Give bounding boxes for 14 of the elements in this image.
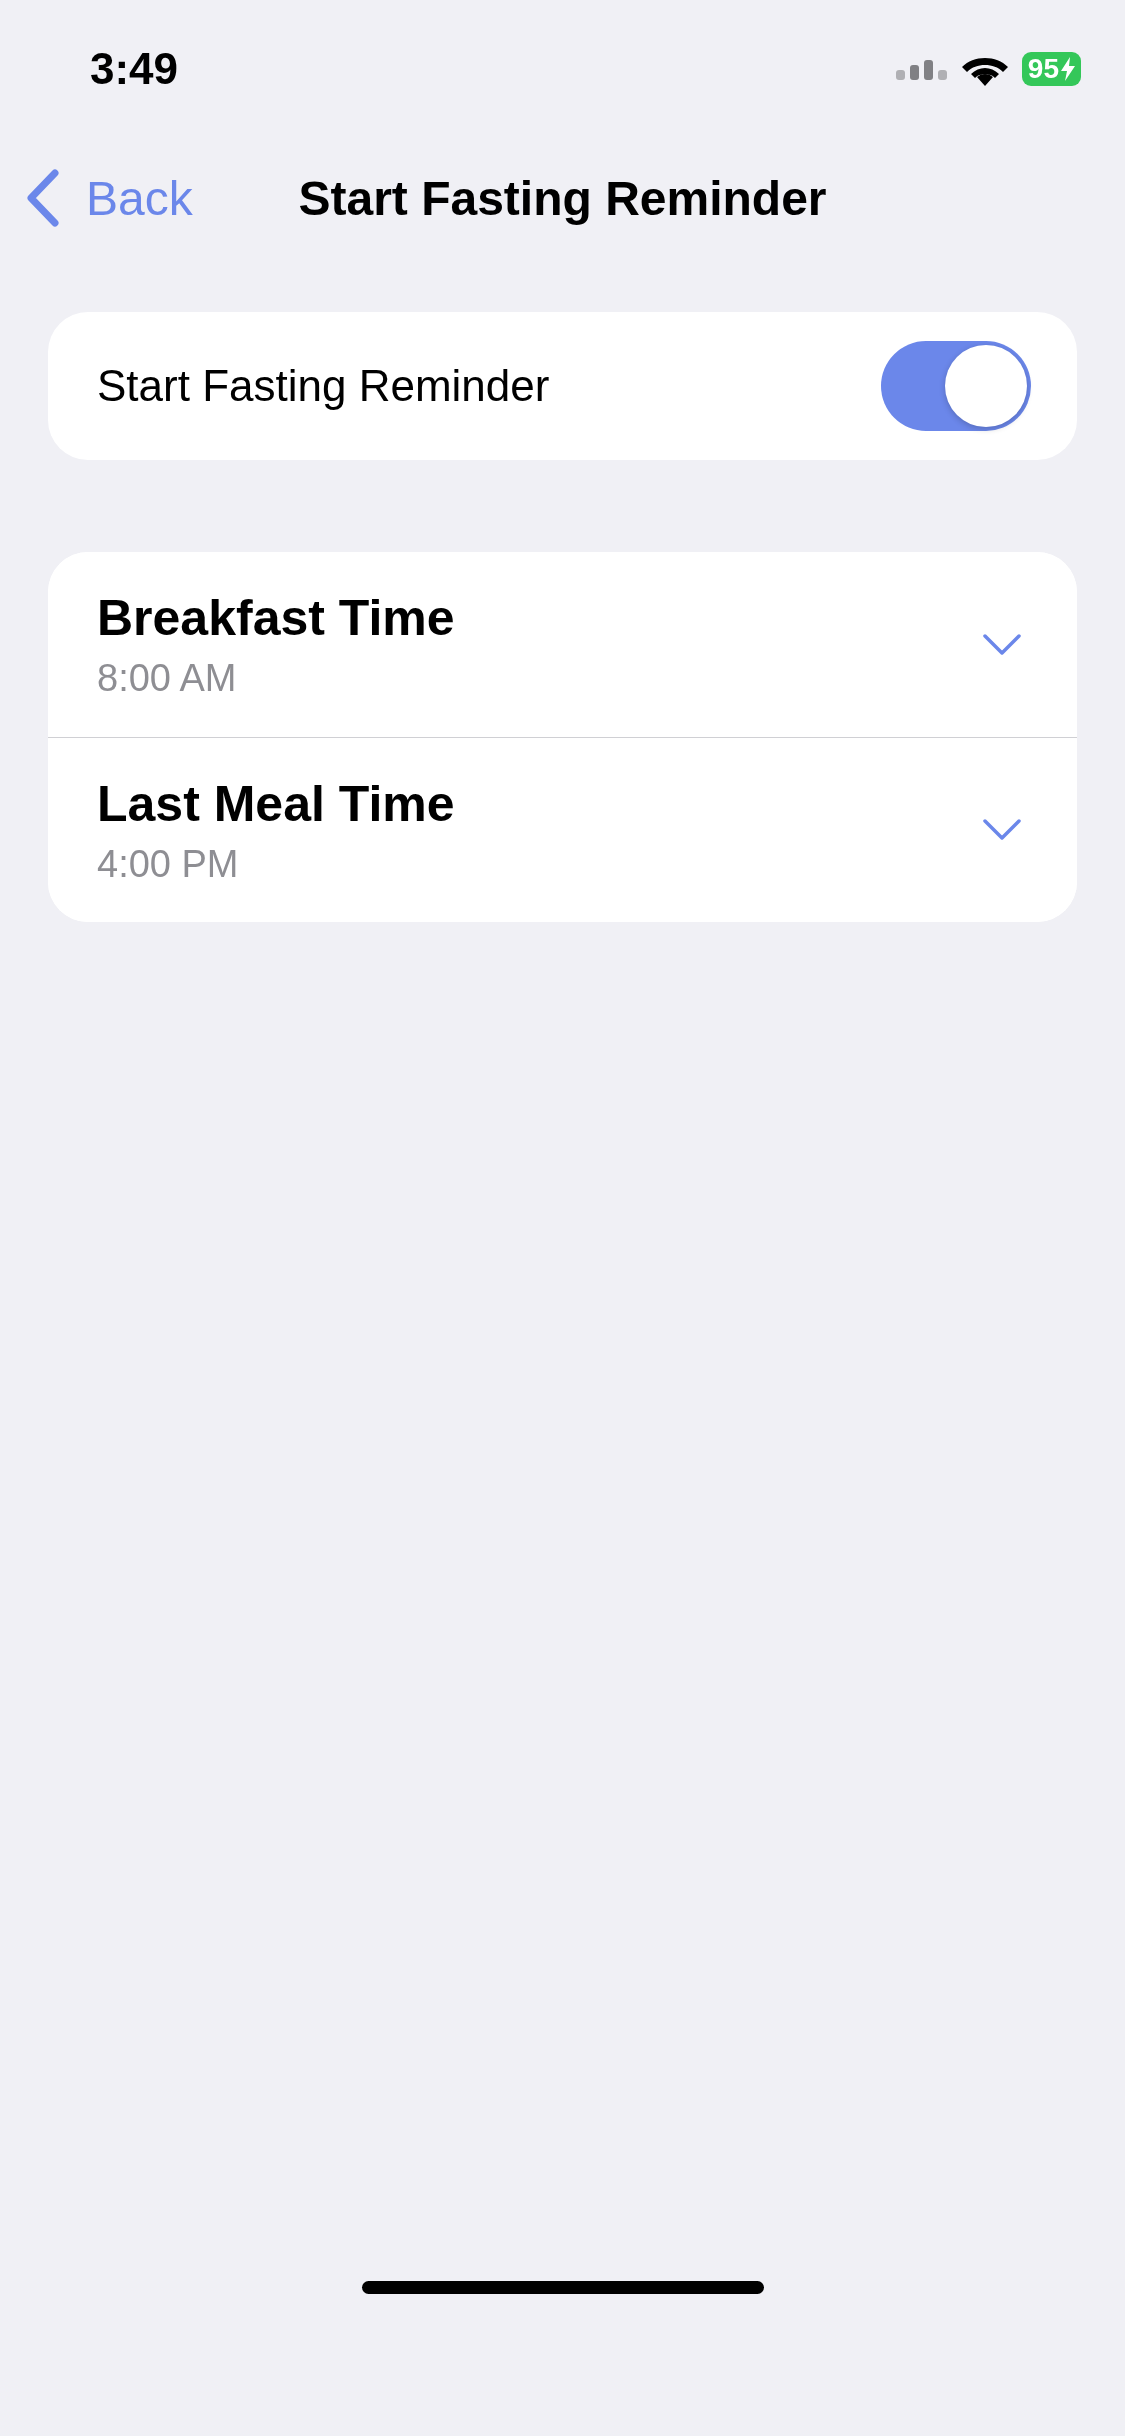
time-value: 4:00 PM bbox=[97, 842, 240, 886]
time-label: Breakfast Time bbox=[97, 589, 455, 647]
battery-indicator: 95 bbox=[1021, 52, 1081, 86]
time-row[interactable]: Last Meal Time 4:00 PM bbox=[48, 737, 1077, 922]
screen-title: Start Fasting Reminder bbox=[298, 170, 827, 226]
chevron-down-icon bbox=[983, 633, 1021, 656]
reminder-label: Start Fasting Reminder bbox=[97, 361, 550, 411]
chevron-left-icon bbox=[26, 169, 60, 227]
bolt-icon bbox=[1061, 57, 1075, 81]
time-value: 8:00 AM bbox=[97, 657, 238, 700]
status-time: 3:49 bbox=[90, 44, 179, 94]
time-label: Last Meal Time bbox=[97, 774, 455, 833]
chevron-down-icon bbox=[983, 819, 1021, 841]
signal-icon bbox=[895, 58, 948, 80]
